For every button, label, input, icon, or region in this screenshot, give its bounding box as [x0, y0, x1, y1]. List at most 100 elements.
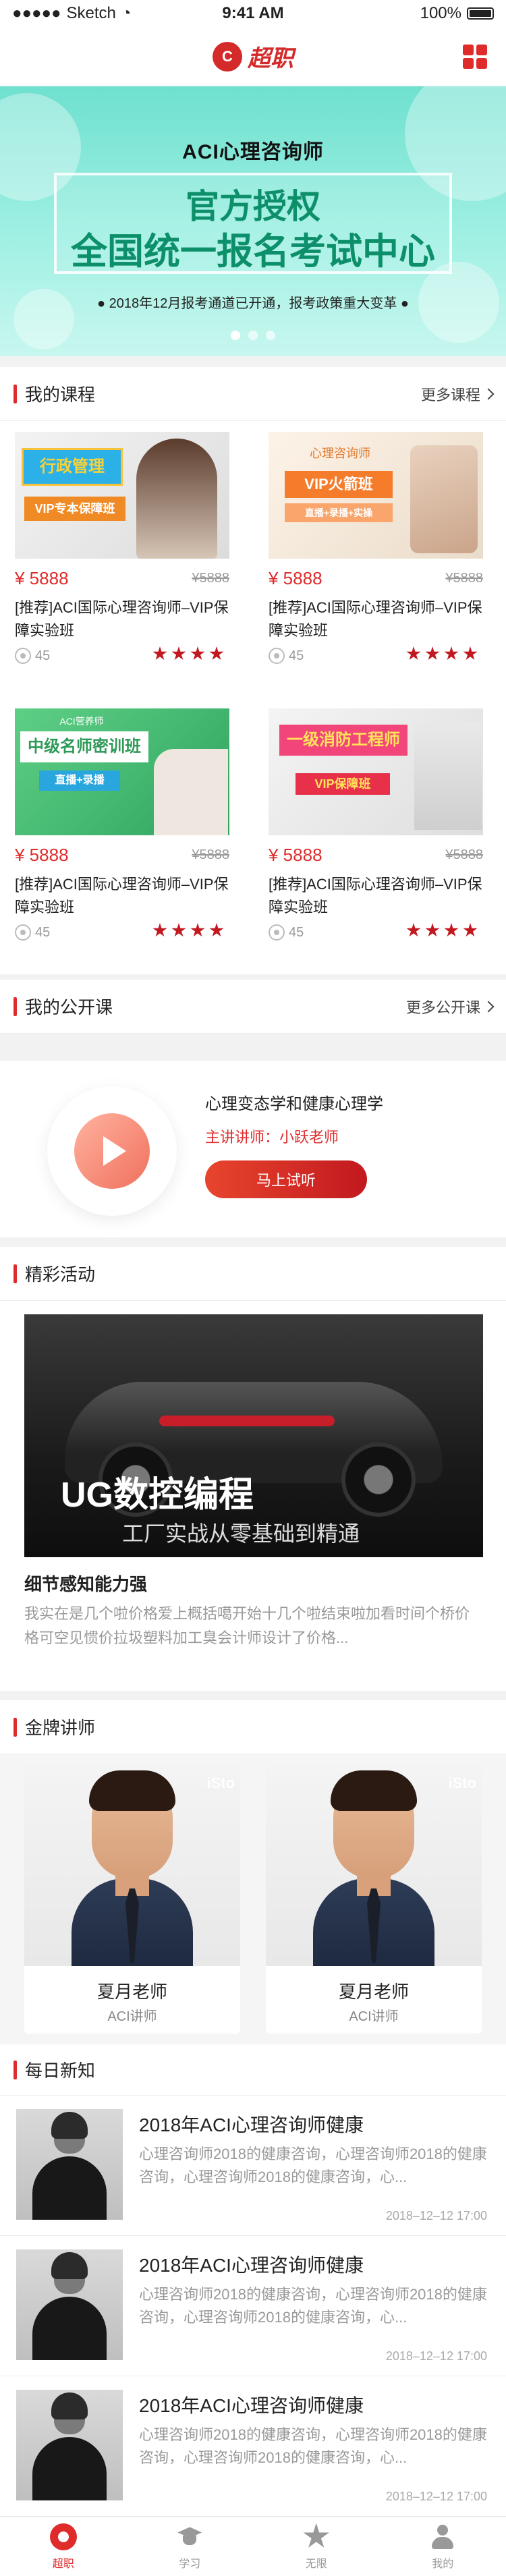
- app-header: C 超职: [0, 27, 506, 86]
- tab-label: 我的: [432, 2558, 454, 2570]
- tab-mine[interactable]: 我的: [380, 2517, 506, 2576]
- promo-banner[interactable]: ACI心理咨询师 官方授权 全国统一报名考试中心 ● 2018年12月报考通道已…: [0, 86, 506, 356]
- activity-description: 我实在是几个啦价格爱上概括噶开始十几个啦结束啦加看时间个桥价格可空见惯价拉圾塑料…: [24, 1605, 470, 1646]
- course-old-price: ¥5888: [192, 571, 229, 586]
- section-title: 金牌讲师: [25, 1718, 96, 1738]
- course-thumbnail: 心理咨询师 VIP火箭班 直播+录播+实操: [269, 432, 483, 559]
- course-tag: 一级消防工程师: [279, 725, 407, 756]
- star-icon: [209, 923, 224, 937]
- banner-dot[interactable]: [248, 331, 258, 340]
- user-icon: [429, 2523, 456, 2550]
- news-item[interactable]: 2018年ACI心理咨询师健康 心理咨询师2018的健康咨询，心理咨询师2018…: [0, 2376, 506, 2517]
- teacher-photo: iSto: [266, 1764, 482, 1966]
- news-thumbnail: [16, 2109, 123, 2220]
- course-views: 45: [269, 648, 304, 664]
- section-title: 每日新知: [25, 2061, 96, 2081]
- my-courses-header: 我的课程 更多课程: [0, 367, 506, 421]
- star-icon: [171, 646, 186, 661]
- star-icon: [463, 646, 478, 661]
- news-excerpt: 心理咨询师2018的健康咨询，心理咨询师2018的健康咨询，心理咨询师2018的…: [139, 2146, 487, 2185]
- course-grid: 行政管理 VIP专本保障班 ¥ 5888 ¥5888 [推荐]ACI国际心理咨询…: [0, 421, 506, 974]
- public-class-header: 我的公开课 更多公开课: [0, 980, 506, 1034]
- course-name: [推荐]ACI国际心理咨询师–VIP保障实验班: [269, 599, 482, 639]
- teacher-card[interactable]: iSto 夏月老师 ACI讲师: [266, 1764, 482, 2034]
- app-logo[interactable]: C 超职: [213, 40, 293, 73]
- star-icon: [303, 2523, 329, 2548]
- course-tag: 行政管理: [22, 448, 123, 486]
- logo-mark-icon: C: [213, 41, 242, 72]
- course-rating: [406, 923, 478, 938]
- star-icon: [406, 646, 421, 661]
- teachers-header: 金牌讲师: [0, 1700, 506, 1754]
- course-badge-2: 直播+录播: [39, 771, 120, 791]
- more-courses-link[interactable]: 更多课程: [421, 383, 495, 405]
- logo-text: 超职: [248, 46, 293, 72]
- star-icon: [425, 646, 440, 661]
- tab-unlimited[interactable]: 无限: [253, 2517, 380, 2576]
- tab-label: 学习: [179, 2558, 201, 2570]
- course-name: [推荐]ACI国际心理咨询师–VIP保障实验班: [269, 876, 482, 916]
- course-old-price: ¥5888: [445, 571, 483, 586]
- course-card[interactable]: 一级消防工程师 VIP保障班 ¥ 5888 ¥5888 [推荐]ACI国际心理咨…: [254, 698, 487, 968]
- course-rating: [152, 923, 224, 938]
- star-icon: [425, 923, 440, 937]
- public-class-teacher: 主讲讲师：小跃老师: [205, 1129, 339, 1146]
- course-price: ¥ 5888: [15, 845, 69, 865]
- news-title: 2018年ACI心理咨询师健康: [139, 2255, 364, 2276]
- star-icon: [190, 646, 205, 661]
- course-price: ¥ 5888: [15, 568, 69, 588]
- course-card[interactable]: 行政管理 VIP专本保障班 ¥ 5888 ¥5888 [推荐]ACI国际心理咨询…: [0, 421, 233, 691]
- teacher-role: ACI讲师: [107, 2009, 157, 2024]
- news-title: 2018年ACI心理咨询师健康: [139, 2395, 364, 2416]
- course-badge: 中级名师密训班: [20, 731, 148, 762]
- news-excerpt: 心理咨询师2018的健康咨询，心理咨询师2018的健康咨询，心理咨询师2018的…: [139, 2286, 487, 2326]
- activity-headline: 细节感知能力强: [24, 1574, 148, 1594]
- views-icon: [269, 924, 285, 941]
- play-button[interactable]: [47, 1086, 177, 1216]
- chevron-right-icon: [482, 1001, 495, 1012]
- course-badge-2: 直播+录播+实操: [285, 503, 393, 522]
- section-marker: [13, 384, 17, 403]
- course-price: ¥ 5888: [269, 568, 322, 588]
- course-old-price: ¥5888: [192, 847, 229, 862]
- banner-note: ● 2018年12月报考通道已开通，报考政策重大变革 ●: [96, 296, 409, 311]
- teacher-name: 夏月老师: [96, 1982, 167, 2002]
- banner-dot[interactable]: [231, 331, 240, 340]
- section-title: 精彩活动: [25, 1264, 96, 1285]
- listen-now-button[interactable]: 马上试听: [205, 1160, 367, 1198]
- course-tag: 心理咨询师: [310, 447, 370, 460]
- news-item[interactable]: 2018年ACI心理咨询师健康 心理咨询师2018的健康咨询，心理咨询师2018…: [0, 2096, 506, 2236]
- tab-label: 无限: [305, 2558, 327, 2570]
- tab-label: 超职: [52, 2558, 74, 2570]
- course-card[interactable]: 心理咨询师 VIP火箭班 直播+录播+实操 ¥ 5888 ¥5888 [推荐]A…: [254, 421, 487, 691]
- course-name: [推荐]ACI国际心理咨询师–VIP保障实验班: [15, 599, 229, 639]
- news-excerpt: 心理咨询师2018的健康咨询，心理咨询师2018的健康咨询，心理咨询师2018的…: [139, 2426, 487, 2466]
- banner-dot[interactable]: [266, 331, 275, 340]
- tab-home[interactable]: 超职: [0, 2517, 127, 2576]
- tab-study[interactable]: 学习: [127, 2517, 254, 2576]
- activity-image-title: UG数控编程: [61, 1476, 254, 1515]
- category-grid-icon[interactable]: [463, 45, 487, 69]
- course-name: [推荐]ACI国际心理咨询师–VIP保障实验班: [15, 876, 229, 916]
- course-views: 45: [269, 924, 304, 941]
- course-rating: [406, 646, 478, 661]
- star-icon: [463, 923, 478, 937]
- course-card[interactable]: ACI营养师 中级名师密训班 直播+录播 ¥ 5888 ¥5888 [推荐]AC…: [0, 698, 233, 968]
- section-marker: [13, 1717, 17, 1737]
- more-public-class-link[interactable]: 更多公开课: [406, 996, 495, 1017]
- status-time: 9:41 AM: [222, 4, 284, 22]
- news-item[interactable]: 2018年ACI心理咨询师健康 心理咨询师2018的健康咨询，心理咨询师2018…: [0, 2236, 506, 2376]
- news-thumbnail: [16, 2249, 123, 2360]
- activity-card[interactable]: UG数控编程 工厂实战从零基础到精通 细节感知能力强 我实在是几个啦价格爱上概括…: [0, 1301, 506, 1691]
- course-old-price: ¥5888: [445, 847, 483, 862]
- star-icon: [406, 923, 421, 937]
- star-icon: [190, 923, 205, 937]
- news-date: 2018–12–12 17:00: [385, 2349, 487, 2363]
- course-badge: VIP保障班: [296, 773, 390, 795]
- banner-pagination[interactable]: [0, 331, 506, 340]
- section-marker: [13, 2060, 17, 2079]
- teacher-card[interactable]: iSto 夏月老师 ACI讲师: [24, 1764, 240, 2034]
- section-marker: [13, 997, 17, 1016]
- views-icon: [269, 648, 285, 664]
- public-class-title: 心理变态学和健康心理学: [205, 1095, 383, 1113]
